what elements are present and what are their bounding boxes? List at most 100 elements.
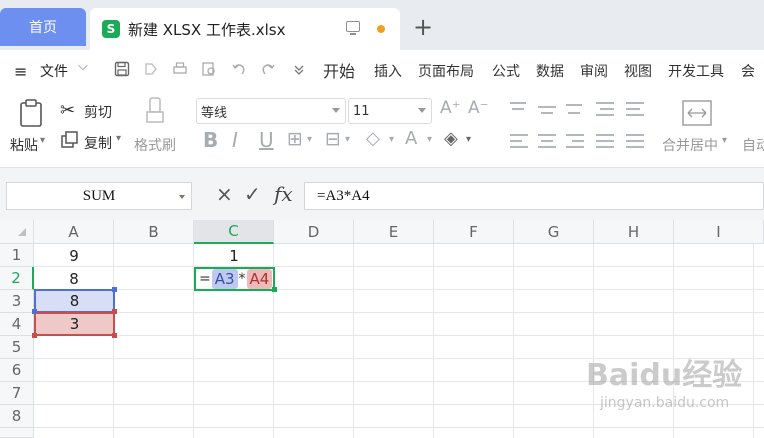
column-header-b[interactable]: B	[114, 220, 194, 244]
name-box-value: SUM	[82, 187, 116, 204]
chevron-down-icon[interactable]: ▾	[307, 134, 312, 145]
chevron-down-icon[interactable]: ▾	[466, 134, 471, 145]
spreadsheet-app-icon: S	[102, 20, 120, 38]
formula-eq: =	[199, 271, 211, 287]
menu-tab-insert[interactable]: 插入	[374, 61, 402, 81]
column-header-c[interactable]: C	[194, 220, 274, 244]
row-header-8[interactable]: 8	[0, 405, 34, 428]
cell-a3[interactable]: 8	[34, 289, 115, 313]
chevron-down-icon[interactable]: ▾	[40, 135, 45, 146]
chevron-down-icon[interactable]: ▾	[427, 134, 432, 145]
select-all-icon	[18, 228, 26, 236]
column-header-e[interactable]: E	[354, 220, 434, 244]
increase-font-icon[interactable]: A⁺	[440, 98, 461, 118]
column-header-f[interactable]: F	[434, 220, 514, 244]
fill-color-icon[interactable]: ◇	[366, 128, 380, 149]
formula-ref-a4: A4	[246, 269, 273, 289]
menu-tab-start[interactable]: 开始	[323, 58, 355, 82]
chevron-down-icon	[179, 195, 185, 199]
menu-tab-formula[interactable]: 公式	[492, 61, 520, 81]
copy-button[interactable]: 复制	[84, 133, 112, 153]
cell-a2[interactable]: 8	[34, 267, 114, 290]
tab-document[interactable]: S 新建 XLSX 工作表.xlsx	[90, 8, 400, 50]
row-header-4[interactable]: 4	[0, 313, 34, 336]
menu-tab-review[interactable]: 审阅	[580, 61, 608, 81]
formula-operator: *	[238, 271, 246, 287]
name-box[interactable]: SUM	[6, 182, 192, 210]
font-name-value: 等线	[201, 105, 228, 121]
chevron-down-icon[interactable]: ▾	[722, 135, 727, 146]
copy-icon[interactable]	[61, 131, 79, 149]
italic-icon[interactable]: I	[232, 128, 238, 152]
cell-c1[interactable]: 1	[194, 244, 274, 267]
column-header-d[interactable]: D	[274, 220, 354, 244]
chevron-down-icon[interactable]: ▾	[389, 134, 394, 145]
formula-text: =A3*A4	[317, 187, 370, 204]
unsaved-dot-icon	[377, 25, 385, 33]
tab-bar: 首页 S 新建 XLSX 工作表.xlsx +	[0, 0, 764, 50]
chevron-down-icon[interactable]: ▾	[345, 134, 350, 145]
ribbon: 粘贴 ▾ ✂ 剪切 复制 ▾ 格式刷 等线 11 A⁺ A⁻ B I U ⊞ ▾…	[0, 90, 764, 168]
new-tab-button[interactable]: +	[410, 12, 436, 42]
paste-button[interactable]: 粘贴	[10, 135, 38, 155]
column-header-h[interactable]: H	[594, 220, 674, 244]
column-header-a[interactable]: A	[34, 220, 114, 244]
spreadsheet-app: 首页 S 新建 XLSX 工作表.xlsx + ≡ 文件 ⌵ 开始 插入 页面布…	[0, 0, 764, 438]
cell-a1[interactable]: 9	[34, 244, 114, 267]
document-title: 新建 XLSX 工作表.xlsx	[128, 20, 286, 39]
chevron-down-icon[interactable]: ▾	[116, 133, 121, 144]
watermark-url: jingyan.baidu.com	[600, 395, 730, 411]
merge-cells-icon[interactable]	[682, 100, 712, 126]
range-handle-icon[interactable]	[32, 333, 37, 338]
range-handle-icon[interactable]	[32, 309, 37, 314]
format-painter-icon[interactable]	[144, 96, 166, 126]
menu-tab-view[interactable]: 视图	[624, 61, 652, 81]
cell-a4[interactable]: 3	[34, 312, 115, 336]
range-handle-icon[interactable]	[112, 309, 117, 314]
range-handle-icon[interactable]	[112, 333, 117, 338]
select-all-corner[interactable]	[0, 220, 34, 244]
format-painter-button[interactable]: 格式刷	[134, 135, 176, 155]
row-header-5[interactable]: 5	[0, 336, 34, 359]
cancel-formula-button[interactable]: ×	[216, 182, 233, 206]
menu-tab-developer[interactable]: 开发工具	[668, 61, 724, 81]
row-header-2[interactable]: 2	[0, 267, 34, 290]
formula-input[interactable]: =A3*A4	[304, 182, 764, 210]
paste-icon[interactable]	[18, 98, 44, 128]
menu-tab-page-layout[interactable]: 页面布局	[418, 61, 474, 81]
font-size-select[interactable]: 11	[348, 98, 432, 124]
tab-home[interactable]: 首页	[0, 8, 86, 46]
chevron-down-icon	[418, 108, 426, 113]
formula-ref-a3: A3	[211, 269, 238, 289]
merge-center-button[interactable]: 合并居中	[662, 135, 718, 155]
auto-wrap-button[interactable]: 自动	[742, 135, 764, 155]
cell-c2-editor[interactable]: = A3 * A4	[194, 267, 275, 291]
scissors-icon[interactable]: ✂	[60, 100, 75, 121]
border-icon[interactable]: ⊞	[287, 128, 303, 150]
bold-icon[interactable]: B	[203, 128, 218, 152]
menu-tab-data[interactable]: 数据	[536, 61, 564, 81]
row-header-9[interactable]	[0, 428, 34, 438]
insert-function-button[interactable]: fx	[274, 182, 293, 206]
monitor-icon[interactable]	[346, 21, 360, 35]
row-header-7[interactable]: 7	[0, 382, 34, 405]
cut-button[interactable]: 剪切	[84, 102, 112, 122]
font-color-icon[interactable]: A	[405, 128, 417, 149]
column-header-g[interactable]: G	[514, 220, 594, 244]
menu-tab-more[interactable]: 会	[741, 61, 755, 81]
cell-style-icon[interactable]: ⊟	[325, 128, 341, 150]
chevron-down-icon	[332, 108, 340, 113]
row-header-1[interactable]: 1	[0, 244, 34, 267]
fill-handle-icon[interactable]	[272, 287, 277, 292]
row-header-3[interactable]: 3	[0, 290, 34, 313]
confirm-formula-button[interactable]: ✓	[244, 182, 261, 206]
font-size-value: 11	[353, 103, 370, 119]
underline-icon[interactable]: U	[259, 128, 274, 152]
font-name-select[interactable]: 等线	[196, 98, 346, 124]
decrease-font-icon[interactable]: A⁻	[468, 98, 489, 118]
range-handle-icon[interactable]	[112, 287, 117, 292]
column-header-i[interactable]: I	[674, 220, 764, 244]
row-header-6[interactable]: 6	[0, 359, 34, 382]
eraser-icon[interactable]: ◈	[444, 128, 458, 149]
baidu-watermark: Baidu经验	[586, 358, 743, 393]
